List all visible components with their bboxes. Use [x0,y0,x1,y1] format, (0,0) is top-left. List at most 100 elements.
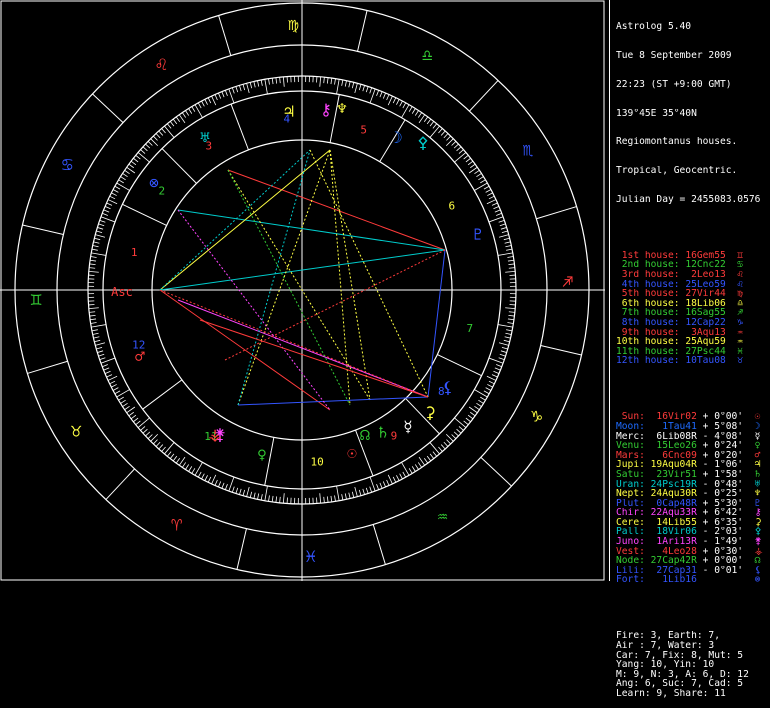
degree-tick [156,442,160,446]
degree-tick [388,475,392,484]
degree-tick [140,150,145,154]
degree-tick [182,113,185,118]
degree-tick [400,474,403,479]
house-position: 27Psc44 [685,347,737,357]
degree-tick [446,440,450,444]
degree-tick [452,434,456,438]
degree-tick [505,271,515,272]
zodiac-type: Tropical, Geocentric. [616,166,770,176]
degree-tick [474,183,487,191]
degree-tick [265,79,268,94]
degree-tick [198,103,201,108]
planet-row: Merc: 6Lib08R - 4°08' ☿ [616,432,770,442]
zodiac-sign-icon: ♒ [437,506,448,527]
chart-time: 22:23 (ST +9:00 GMT) [616,80,770,90]
degree-tick [505,246,511,247]
aspect-line [200,320,428,397]
zodiac-sign-icon: ♋ [62,155,73,176]
planet-glyph-icon: ♇ [473,225,483,244]
aspect-line [225,250,445,360]
planet-position: 24Aqu30R [651,489,703,499]
degree-tick [480,397,485,400]
degree-tick [484,391,489,394]
planet-latitude: + 1°58' [703,470,755,480]
degree-tick [505,308,515,309]
planet-icon: ⚸ [755,566,762,576]
planet-icon: ⚶ [755,547,763,557]
degree-tick [265,486,268,501]
planet-icon: ⚷ [755,508,762,518]
degree-tick [173,456,177,461]
degree-tick [342,80,343,86]
planet-name: Mars: [616,451,651,461]
degree-tick [454,152,465,162]
house-cusp-row: 1st house: 16Gem55 ♊ [616,251,770,261]
planet-row: Chir: 22Aqu33R + 6°42' ⚷ [616,508,770,518]
planet-name: Lili: [616,566,651,576]
planet-glyph-icon: ♀ [257,445,267,464]
degree-tick [125,170,130,173]
degree-tick [508,260,514,261]
degree-tick [457,429,461,433]
planet-latitude: + 0°00' [703,412,755,422]
planet-latitude: + 0°24' [703,441,755,451]
aspect-line [330,150,370,400]
planet-position: 6Lib08R [651,432,703,442]
degree-tick [182,462,185,467]
app-title: Astrolog 5.40 [616,22,770,32]
degree-tick [433,124,437,129]
planet-latitude: + 5°08' [703,422,755,432]
planet-row: Fort: 1Lib16 ⊗ [616,575,770,585]
degree-tick [444,442,448,446]
summary-line: Fire: 3, Earth: 7, [616,631,770,641]
house-number: 10 [311,455,324,468]
degree-tick [327,496,328,502]
planet-position: 16Vir02 [651,412,703,422]
degree-tick [276,496,277,502]
planet-row: Cere: 14Lib55 + 6°35' ⚳ [616,518,770,528]
planet-name: Node: [616,556,651,566]
degree-tick [388,96,392,105]
degree-tick [198,472,201,477]
degree-tick [192,468,195,473]
degree-tick [133,418,138,422]
house-label: 4th house: [616,280,685,290]
degree-tick [335,79,336,85]
planet-position: 27Cap31 [651,566,703,576]
degree-tick [444,133,448,137]
degree-tick [500,224,506,226]
sign-boundary [22,225,63,235]
degree-tick [136,155,141,159]
house-cusp-row: 12th house: 10Tau08 ♉ [616,356,770,366]
degree-tick [508,319,514,320]
degree-tick [218,93,220,99]
sign-boundary [541,346,582,356]
house-cusp-line [122,204,166,225]
degree-tick [430,454,434,459]
degree-tick [474,170,479,173]
aspect-line [428,250,445,397]
planet-glyph-icon: ☿ [403,417,413,436]
zodiac-sign-icon: ♓ [305,546,316,567]
degree-tick [250,82,251,88]
degree-tick [170,454,174,459]
planet-position: 6Cnc09 [651,451,703,461]
degree-tick [489,381,494,384]
house-label: 7th house: [616,308,685,318]
house-cusp-row: 10th house: 25Aqu59 ♒ [616,337,770,347]
planet-row: Mars: 6Cnc09 + 0°20' ♂ [616,451,770,461]
house-cusp-row: 3rd house: 2Leo13 ♌ [616,270,770,280]
sign-boundary [358,10,368,51]
degree-tick [148,141,152,145]
degree-tick [105,371,111,373]
planet-icon: ☽ [755,422,761,432]
degree-tick [377,484,379,490]
zodiac-sign-icon: ♎ [422,45,433,66]
degree-tick [438,128,442,133]
planet-name: Sun: [616,412,651,422]
degree-tick [402,462,410,475]
degree-tick [452,141,456,145]
degree-tick [90,319,96,320]
planet-position: 1Lib16 [651,575,703,585]
degree-tick [501,227,507,229]
